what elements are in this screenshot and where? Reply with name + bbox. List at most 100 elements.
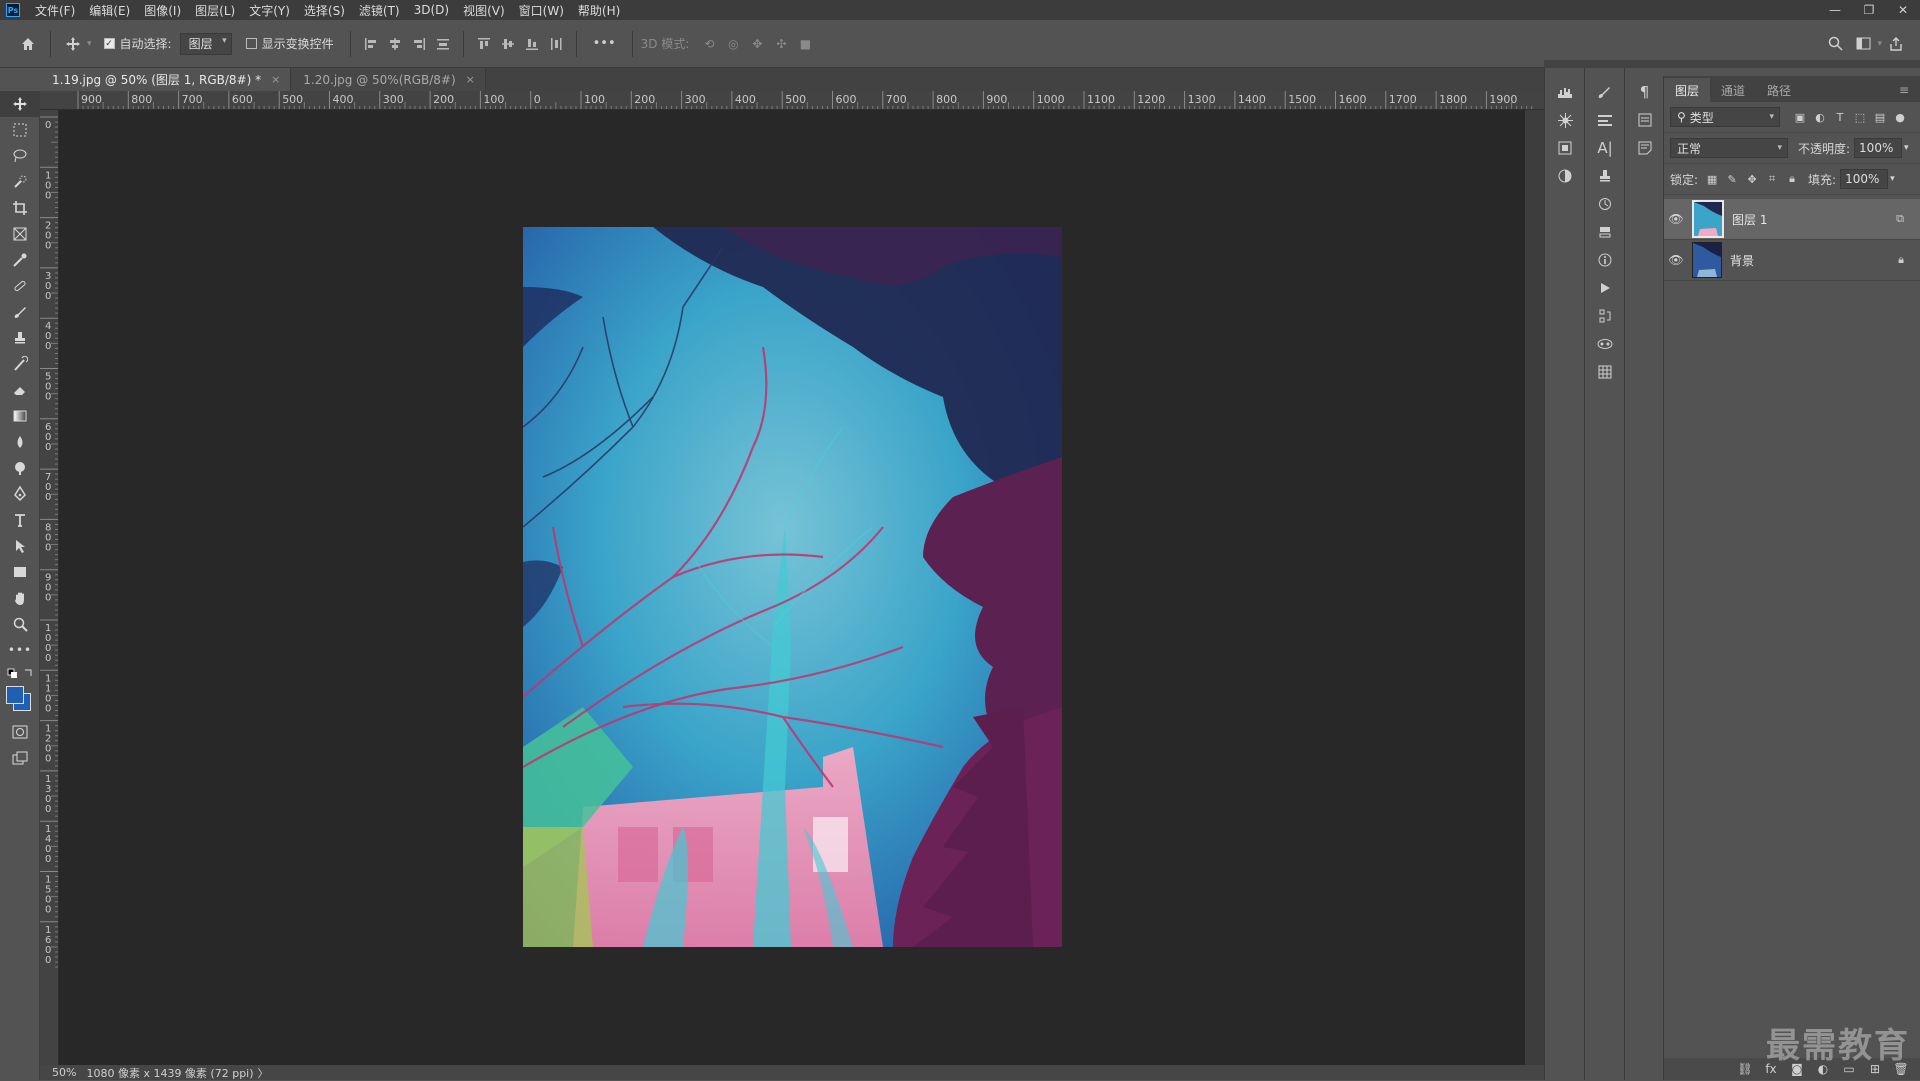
notes-icon[interactable] (1625, 134, 1664, 162)
chevron-down-icon[interactable]: ▾ (1904, 143, 1909, 153)
tab-document-1[interactable]: 1.19.jpg @ 50% (图层 1, RGB/8#) * × (40, 68, 292, 91)
blur-tool-icon[interactable] (0, 429, 40, 455)
close-button[interactable]: ✕ (1886, 0, 1920, 20)
menu-file[interactable]: 文件(F) (28, 2, 82, 19)
zoom-tool-icon[interactable] (0, 611, 40, 637)
history-brush-tool-icon[interactable] (0, 351, 40, 377)
visibility-eye-icon[interactable]: 👁︎ (1664, 212, 1688, 226)
hand-tool-icon[interactable] (0, 585, 40, 611)
layer-comps-icon[interactable] (1585, 218, 1625, 246)
menu-layer[interactable]: 图层(L) (188, 2, 242, 19)
layer-name[interactable]: 图层 1 (1732, 211, 1767, 228)
layer-row-background[interactable]: 👁︎ 背景 🔒︎ (1664, 240, 1920, 281)
restore-button[interactable]: ❐ (1852, 0, 1886, 20)
workspace-icon[interactable] (1849, 30, 1877, 58)
gradient-tool-icon[interactable] (0, 403, 40, 429)
blend-mode-dropdown[interactable]: 正常 ▾ (1670, 138, 1788, 158)
quick-select-tool-icon[interactable] (0, 169, 40, 195)
eraser-tool-icon[interactable] (0, 377, 40, 403)
clone-source-icon[interactable] (1585, 162, 1625, 190)
share-icon[interactable] (1882, 30, 1910, 58)
properties-icon[interactable] (1545, 134, 1585, 162)
vertical-scrollbar[interactable] (1525, 110, 1544, 1065)
align-top-icon[interactable] (472, 32, 496, 56)
navigator-icon[interactable] (1545, 106, 1585, 134)
distribute-vertical-icon[interactable] (431, 32, 455, 56)
move-tool-icon[interactable] (0, 91, 40, 117)
paths-arrange-icon[interactable] (1585, 302, 1625, 330)
tab-layers[interactable]: 图层 (1664, 78, 1711, 102)
tab-channels[interactable]: 通道 (1710, 78, 1756, 102)
show-transform-checkbox[interactable] (245, 38, 257, 49)
rectangle-tool-icon[interactable] (0, 559, 40, 585)
lasso-tool-icon[interactable] (0, 143, 40, 169)
3d-pan-icon[interactable]: ✥ (745, 32, 769, 56)
more-options-button[interactable]: ••• (593, 36, 616, 51)
filter-adjustment-icon[interactable]: ◐ (1810, 107, 1830, 127)
menu-view[interactable]: 视图(V) (456, 2, 512, 19)
tab-close-icon[interactable]: × (466, 73, 475, 86)
tab-paths[interactable]: 路径 (1756, 78, 1802, 102)
panel-menu-icon[interactable]: ≡ (1888, 78, 1920, 102)
filter-smart-object-icon[interactable]: ▤ (1870, 107, 1890, 127)
marquee-tool-icon[interactable] (0, 117, 40, 143)
edit-toolbar-icon[interactable]: ••• (0, 637, 40, 663)
link-layers-icon[interactable]: ⛓ (1732, 1062, 1758, 1076)
3d-slide-icon[interactable]: ✣ (769, 32, 793, 56)
filter-shape-icon[interactable]: ⬚ (1850, 107, 1870, 127)
brush-settings-icon[interactable] (1585, 78, 1625, 106)
move-tool-preset-icon[interactable] (59, 30, 87, 58)
menu-help[interactable]: 帮助(H) (571, 2, 627, 19)
layer-row-layer1[interactable]: 👁︎ 图层 1 ⧉ (1664, 199, 1920, 240)
crop-tool-icon[interactable] (0, 195, 40, 221)
layer-effects-icon[interactable]: ⧉ (1896, 212, 1904, 226)
adjustments-icon[interactable] (1545, 162, 1585, 190)
foreground-color-swatch[interactable] (6, 686, 24, 704)
info-icon[interactable] (1585, 246, 1625, 274)
clone-stamp-tool-icon[interactable] (0, 325, 40, 351)
quick-mask-icon[interactable] (0, 719, 40, 745)
minimize-button[interactable]: — (1818, 0, 1852, 20)
tab-close-icon[interactable]: × (271, 73, 280, 86)
3d-icon[interactable] (1585, 330, 1625, 358)
color-swatches[interactable] (0, 683, 40, 719)
3d-rotate-icon[interactable]: ⟲ (697, 32, 721, 56)
opacity-input[interactable]: 100% (1854, 138, 1903, 158)
lock-artboard-icon[interactable]: ⌗ (1762, 169, 1782, 189)
lock-image-icon[interactable]: ✎ (1722, 169, 1742, 189)
menu-3d[interactable]: 3D(D) (407, 3, 456, 17)
character-icon[interactable]: A| (1585, 134, 1625, 162)
fill-input[interactable]: 100% (1840, 169, 1889, 189)
filter-type-icon[interactable]: T (1830, 107, 1850, 127)
lock-position-icon[interactable]: ✥ (1742, 169, 1762, 189)
healing-brush-tool-icon[interactable] (0, 273, 40, 299)
filter-pixel-icon[interactable]: ▣ (1790, 107, 1810, 127)
distribute-horizontal-icon[interactable] (544, 32, 568, 56)
paragraph-icon[interactable]: ¶ (1625, 78, 1664, 106)
menu-edit[interactable]: 编辑(E) (82, 2, 137, 19)
history-icon[interactable] (1585, 190, 1625, 218)
align-left-icon[interactable] (359, 32, 383, 56)
type-tool-icon[interactable] (0, 507, 40, 533)
document-image[interactable] (523, 227, 1062, 947)
menu-image[interactable]: 图像(I) (137, 2, 188, 19)
menu-type[interactable]: 文字(Y) (242, 2, 297, 19)
paragraph-styles-icon[interactable] (1625, 106, 1664, 134)
path-selection-tool-icon[interactable] (0, 533, 40, 559)
layer-name[interactable]: 背景 (1730, 252, 1754, 269)
lock-transparent-icon[interactable]: ▦ (1702, 169, 1722, 189)
menu-window[interactable]: 窗口(W) (512, 2, 571, 19)
3d-roll-icon[interactable]: ◎ (721, 32, 745, 56)
timeline-grid-icon[interactable] (1585, 358, 1625, 386)
zoom-level[interactable]: 50% (52, 1066, 76, 1079)
screen-mode-icon[interactable] (0, 745, 40, 771)
menu-filter[interactable]: 滤镜(T) (352, 2, 407, 19)
visibility-eye-icon[interactable]: 👁︎ (1664, 253, 1688, 267)
3d-camera-icon[interactable]: ■ (793, 32, 817, 56)
chevron-down-icon[interactable]: ▾ (87, 39, 92, 49)
eyedropper-tool-icon[interactable] (0, 247, 40, 273)
align-vcenter-icon[interactable] (496, 32, 520, 56)
dodge-tool-icon[interactable] (0, 455, 40, 481)
layer-filter-dropdown[interactable]: ⚲ 类型 ▾ (1670, 107, 1780, 127)
align-bottom-icon[interactable] (520, 32, 544, 56)
